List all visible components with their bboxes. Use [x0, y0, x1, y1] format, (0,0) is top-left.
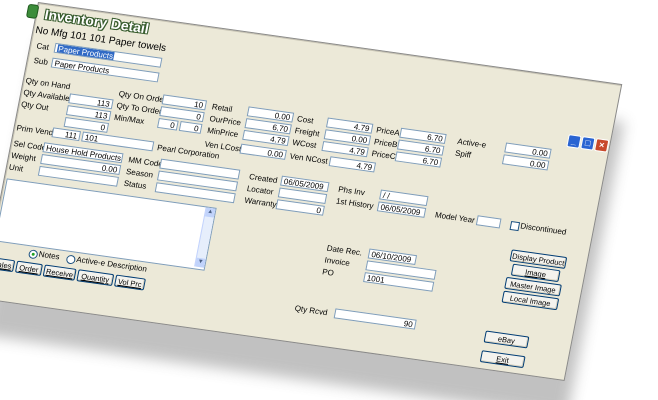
exit-button[interactable]: Exit: [479, 350, 526, 369]
local-image-label: Local Image: [509, 293, 552, 309]
ebay-button-label: eBay: [497, 334, 516, 346]
wcost-label: WCost: [291, 137, 318, 151]
prim-vend-code-field[interactable]: 111: [51, 127, 82, 142]
receive-button-label: Receive: [45, 266, 74, 280]
cost-label: Cost: [296, 114, 315, 126]
sales-button[interactable]: Sales: [0, 257, 16, 273]
first-history-label: 1st History: [335, 196, 375, 211]
vol-prc-button-label: Vol Prc: [117, 276, 143, 290]
min-max-label: Min/Max: [113, 112, 146, 126]
freight-label: Freight: [293, 126, 321, 139]
warranty-label: Warranty: [243, 195, 278, 210]
minprice-label: MinPrice: [206, 125, 240, 140]
quantity-button[interactable]: Quantity: [76, 269, 115, 287]
cat-label: Cat: [35, 41, 50, 52]
sales-button-label: Sales: [0, 259, 13, 271]
pricea-label: PriceA: [375, 125, 401, 138]
status-label: Status: [122, 178, 148, 191]
notes-radio-label: Notes: [37, 249, 61, 262]
image-button-label: Image: [524, 267, 547, 280]
notes-radio-dot: [31, 252, 35, 256]
unit-label: Unit: [8, 162, 24, 174]
model-year-field[interactable]: [475, 215, 502, 229]
qty-rcvd-field[interactable]: 90: [333, 308, 417, 330]
close-icon[interactable]: ×: [594, 138, 610, 153]
sub-label: Sub: [32, 56, 49, 67]
ebay-button[interactable]: eBay: [483, 330, 530, 349]
min-field[interactable]: 0: [156, 117, 179, 131]
ven-lcost-field[interactable]: 0.00: [239, 143, 287, 160]
spiff-label: Spiff: [454, 148, 472, 160]
qty-out-label: Qty Out: [20, 99, 50, 113]
ven-ncost-field[interactable]: 4.79: [328, 156, 377, 173]
po-label: PO: [321, 267, 335, 278]
priceb-label: PriceB: [373, 137, 399, 150]
retail-label: Retail: [211, 102, 234, 114]
notes-radio[interactable]: [27, 249, 39, 260]
receive-button[interactable]: Receive: [42, 264, 77, 281]
qty-rcvd-label: Qty Rcvd: [294, 303, 329, 318]
screenshot-stage: Inventory Detail No Mfg 101 101 Paper to…: [0, 0, 658, 400]
scroll-down-icon[interactable]: ▼: [195, 257, 206, 268]
quantity-button-label: Quantity: [80, 271, 110, 285]
order-button-label: Order: [18, 263, 40, 275]
invoice-label: Invoice: [323, 255, 351, 268]
order-button[interactable]: Order: [14, 260, 43, 277]
maximize-icon[interactable]: □: [580, 136, 596, 151]
weight-label: Weight: [10, 150, 37, 164]
pricec-label: PriceC: [370, 148, 397, 162]
exit-button-label: Exit: [495, 354, 510, 365]
app-icon: [25, 3, 40, 19]
minimize-icon[interactable]: _: [566, 134, 582, 149]
vol-prc-button[interactable]: Vol Prc: [113, 274, 146, 291]
discontinued-label: Discontinued: [519, 221, 568, 237]
prim-vend-label: Prim Vend: [15, 123, 55, 138]
ven-ncost-label: Ven NCost: [288, 151, 329, 166]
model-year-label: Model Year: [434, 210, 476, 225]
max-field[interactable]: 0: [178, 121, 203, 134]
scroll-up-icon[interactable]: ▲: [204, 207, 216, 218]
notes-scrollbar[interactable]: ▲ ▼: [194, 207, 216, 268]
